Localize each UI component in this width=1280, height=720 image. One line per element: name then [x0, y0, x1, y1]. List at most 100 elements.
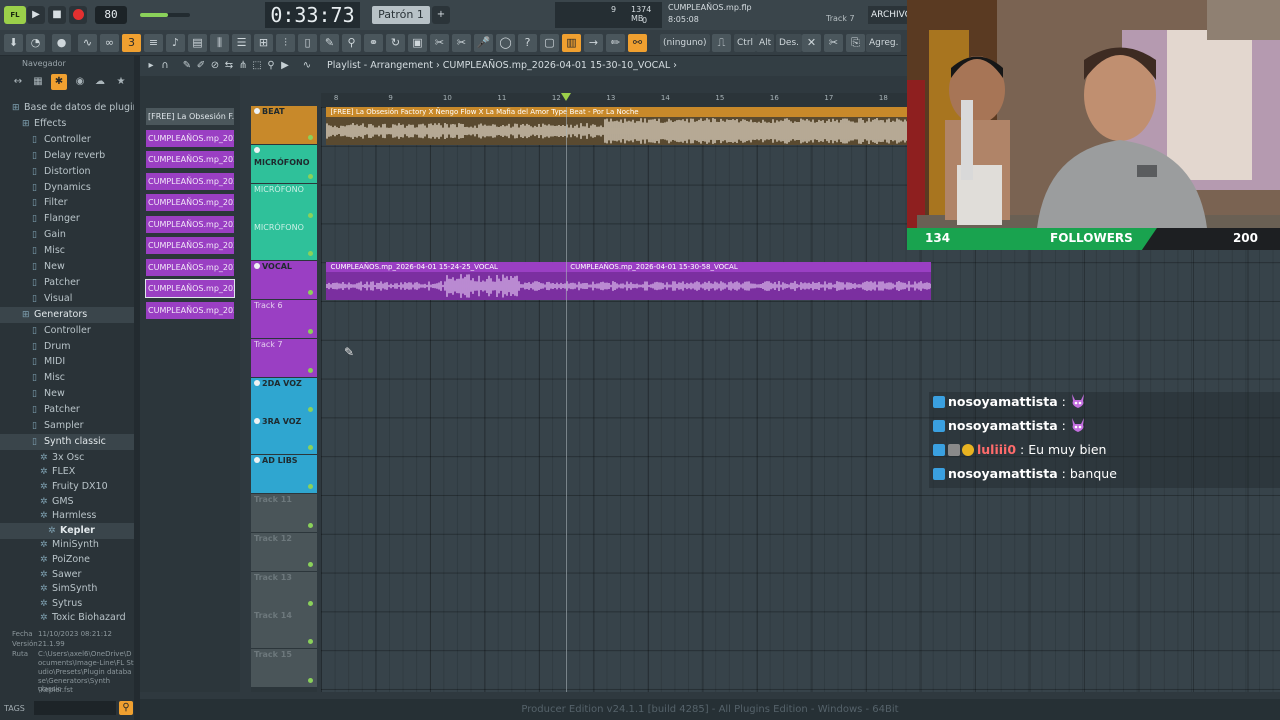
help-icon[interactable]: ? — [518, 34, 537, 52]
tree-item[interactable]: ▯ Misc — [0, 243, 134, 259]
tree-item[interactable]: ▯ Controller — [0, 323, 134, 339]
tree-item[interactable]: ▯ Flanger — [0, 211, 134, 227]
tree-item[interactable]: ▯ Misc — [0, 370, 134, 386]
metronome-icon[interactable]: ◔ — [26, 34, 45, 52]
track-enable-icon[interactable] — [254, 418, 260, 425]
track-header[interactable]: MICRÓFONO — [251, 222, 317, 261]
track-enable-icon[interactable] — [254, 379, 260, 386]
playhead-marker-icon[interactable] — [561, 93, 572, 101]
master-knob-icon[interactable]: ● — [52, 34, 71, 52]
pencil-icon[interactable]: ✏ — [606, 34, 625, 52]
audio-clip[interactable]: [FREE] La Obsesión Factory X Ñengo Flow … — [326, 107, 932, 145]
microphone-icon[interactable]: 🎤 — [474, 34, 493, 52]
tree-item[interactable]: ▯ Gain — [0, 227, 134, 243]
close-icon[interactable]: ✕ — [802, 34, 821, 52]
download-icon[interactable]: ⬇ — [4, 34, 23, 52]
slice-icon[interactable]: ⋔ — [236, 59, 250, 73]
archivo-menu[interactable]: ARCHIVO — [868, 6, 912, 24]
star-icon[interactable]: ★ — [113, 74, 129, 90]
tree-item[interactable]: ▯ Filter — [0, 195, 134, 211]
tree-item[interactable]: ▯ New — [0, 259, 134, 275]
synth-item[interactable]: ✲ Toxic Biohazard — [0, 610, 134, 626]
snap-icon[interactable]: ▥ — [562, 34, 581, 52]
paste-icon[interactable]: ⎘ — [846, 34, 865, 52]
clip-source-item[interactable]: CUMPLEAÑOS.mp_2026-0... — [146, 194, 234, 211]
pin-icon[interactable]: ⚲ — [342, 34, 361, 52]
tree-item[interactable]: ⊞ Generators — [0, 306, 134, 323]
ctrl-button[interactable]: Ctrl — [734, 34, 757, 52]
tree-item[interactable]: ▯ Controller — [0, 132, 134, 148]
slip-icon[interactable]: ⇆ — [222, 59, 236, 73]
track-enable-icon[interactable] — [254, 146, 260, 153]
synth-item[interactable]: ✲ PoiZone — [0, 552, 134, 568]
tree-item[interactable]: ⊞ Base de datos de plugins — [0, 100, 144, 116]
tree-item[interactable]: ▯ Patcher — [0, 275, 134, 291]
add-pattern-icon[interactable]: + — [432, 6, 450, 24]
track-header[interactable]: Track 6 — [251, 300, 317, 338]
playlist-icon[interactable]: ≡ — [144, 34, 163, 52]
synth-item[interactable]: ✲ MiniSynth — [0, 537, 134, 553]
synth-item[interactable]: ✲ Fruity DX10 — [0, 479, 134, 495]
tree-item[interactable]: ⊞ Effects — [0, 116, 134, 132]
sound-icon[interactable]: ◉ — [72, 74, 88, 90]
tools-icon[interactable]: ✂ — [430, 34, 449, 52]
tree-item[interactable]: ▯ New — [0, 386, 134, 402]
pattern-selector[interactable]: Patrón 1 — [372, 6, 430, 24]
track-header[interactable]: Track 13 — [251, 571, 317, 610]
arrows-icon[interactable]: ↔ — [10, 74, 26, 90]
tree-item[interactable]: ▯ Synth classic — [0, 433, 134, 450]
wave-icon[interactable]: ∿ — [78, 34, 97, 52]
tree-item[interactable]: ▯ Patcher — [0, 402, 134, 418]
synth-item[interactable]: ✲ GMS — [0, 494, 134, 510]
track-enable-icon[interactable] — [254, 108, 260, 114]
channel-rack-icon[interactable]: ▤ — [188, 34, 207, 52]
folder-icon[interactable]: ▦ — [30, 74, 46, 90]
plugin-db-icon[interactable]: ✱ — [51, 74, 67, 90]
arrow-right-icon[interactable]: ▸ — [144, 59, 158, 73]
scissors-icon[interactable]: ✂ — [452, 34, 471, 52]
record-icon[interactable] — [69, 6, 87, 24]
browser-icon[interactable]: ☰ — [232, 34, 251, 52]
tempo-display[interactable]: 80 — [95, 6, 127, 24]
alt-button[interactable]: Alt — [756, 34, 775, 52]
fl-logo[interactable]: FL — [4, 6, 26, 24]
tree-item[interactable]: ▯ Sampler — [0, 418, 134, 434]
synth-item[interactable]: ✲ Sytrus — [0, 596, 134, 612]
play-icon[interactable]: ▶ — [27, 6, 45, 24]
arrow-right-icon[interactable]: → — [584, 34, 603, 52]
clip-source-item[interactable]: CUMPLEAÑOS.mp_2026-0... — [146, 258, 234, 276]
brush-icon[interactable]: ✎ — [320, 34, 339, 52]
track-enable-icon[interactable] — [254, 263, 260, 270]
refresh-icon[interactable]: ↻ — [386, 34, 405, 52]
track-header[interactable]: MICRÓFONO — [251, 144, 317, 183]
select-icon[interactable]: ⬚ — [250, 59, 264, 73]
chain-link-icon[interactable]: ⚯ — [628, 34, 647, 52]
synth-item[interactable]: ✲ SimSynth — [0, 581, 134, 597]
master-volume-slider[interactable] — [140, 13, 190, 17]
link-icon[interactable]: ⚭ — [364, 34, 383, 52]
mixer-icon[interactable]: ⫼ — [210, 34, 229, 52]
clip-source-item[interactable]: CUMPLEAÑOS.mp_2026-0... — [146, 151, 234, 168]
playback-icon[interactable]: ▶ — [278, 59, 292, 73]
synth-item[interactable]: ✲ Harmless — [0, 508, 134, 524]
track-header[interactable]: Track 14 — [251, 610, 317, 649]
clip-source-item[interactable]: CUMPLEAÑOS.mp_2026-0... — [146, 215, 234, 233]
plugin-icon[interactable]: ⊞ — [254, 34, 273, 52]
sliders-icon[interactable]: ⫶ — [276, 34, 295, 52]
piano-roll-icon[interactable]: ♪ — [166, 34, 185, 52]
track-header[interactable]: MICRÓFONO — [251, 183, 317, 222]
tree-item[interactable]: ▯ MIDI — [0, 354, 134, 370]
synth-item[interactable]: ✲ FLEX — [0, 464, 134, 480]
tags-search-input[interactable] — [34, 701, 116, 715]
tree-item[interactable]: ▯ Distortion — [0, 164, 134, 180]
track-header[interactable]: Track 12 — [251, 532, 317, 571]
pencil-icon[interactable]: ✎ — [180, 59, 194, 73]
clip-source-item[interactable]: CUMPLEAÑOS.mp_2026-0... — [146, 172, 234, 190]
magnet-icon[interactable]: ∩ — [158, 59, 172, 73]
track-enable-icon[interactable] — [254, 457, 260, 464]
brush-icon[interactable]: ✐ — [194, 59, 208, 73]
chat-icon[interactable]: ◯ — [496, 34, 515, 52]
agreg-button[interactable]: Agreg. — [866, 34, 902, 52]
synth-item[interactable]: ✲ Kepler — [0, 522, 134, 539]
window-icon[interactable]: ▢ — [540, 34, 559, 52]
